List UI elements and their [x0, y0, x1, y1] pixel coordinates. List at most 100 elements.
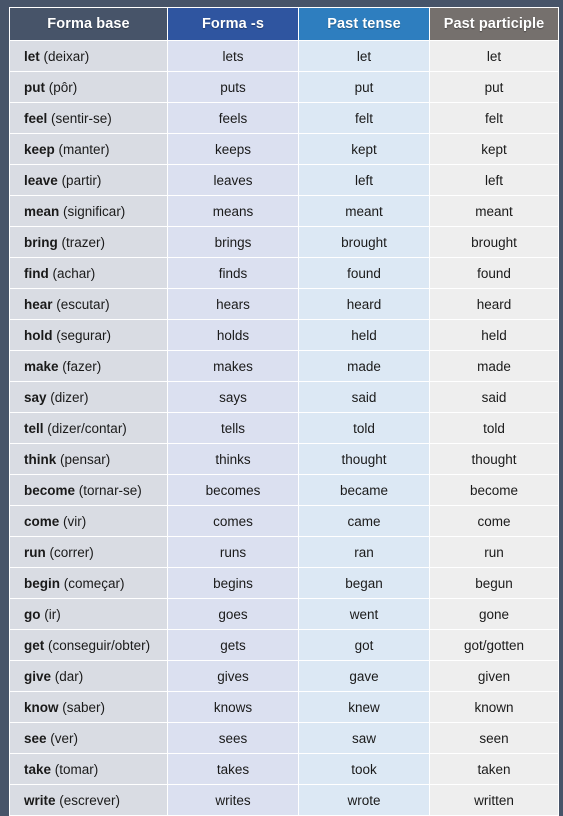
cell-forma-s: comes: [168, 506, 298, 536]
cell-forma-s: puts: [168, 72, 298, 102]
cell-forma-s: keeps: [168, 134, 298, 164]
table-header: Forma base Forma -s Past tense Past part…: [10, 8, 558, 40]
cell-past-tense: held: [299, 320, 429, 350]
base-verb-gloss: (começar): [63, 575, 125, 591]
table-row: find (achar) finds found found: [10, 258, 558, 288]
cell-forma-base: begin (começar): [10, 568, 167, 598]
cell-past-participle: thought: [430, 444, 558, 474]
cell-past-tense: ran: [299, 537, 429, 567]
cell-past-tense: left: [299, 165, 429, 195]
base-verb-gloss: (trazer): [61, 234, 106, 250]
column-header-forma-base: Forma base: [10, 8, 167, 40]
cell-past-participle: begun: [430, 568, 558, 598]
cell-forma-base: get (conseguir/obter): [10, 630, 167, 660]
cell-forma-base: write (escrever): [10, 785, 167, 815]
cell-forma-s: means: [168, 196, 298, 226]
base-verb-gloss: (segurar): [56, 327, 112, 343]
cell-past-participle: told: [430, 413, 558, 443]
base-verb-text: take: [24, 761, 52, 777]
base-verb-text: let: [24, 48, 40, 64]
cell-forma-base: let (deixar): [10, 41, 167, 71]
cell-past-tense: said: [299, 382, 429, 412]
cell-forma-base: go (ir): [10, 599, 167, 629]
base-verb-gloss: (pôr): [48, 79, 78, 95]
base-verb-text: find: [24, 265, 49, 281]
cell-forma-base: find (achar): [10, 258, 167, 288]
cell-past-tense: told: [299, 413, 429, 443]
cell-forma-s: gives: [168, 661, 298, 691]
base-verb-gloss: (tornar-se): [78, 482, 142, 498]
cell-past-tense: kept: [299, 134, 429, 164]
cell-past-tense: put: [299, 72, 429, 102]
table-body: let (deixar) lets let let put (pôr) puts put pu…: [10, 41, 558, 815]
base-verb-text: see: [24, 730, 47, 746]
cell-past-participle: given: [430, 661, 558, 691]
base-verb-gloss: (fazer): [62, 358, 102, 374]
cell-forma-s: brings: [168, 227, 298, 257]
base-verb-text: begin: [24, 575, 60, 591]
base-verb-text: put: [24, 79, 45, 95]
table-row: make (fazer) makes made made: [10, 351, 558, 381]
cell-past-participle: heard: [430, 289, 558, 319]
cell-forma-s: says: [168, 382, 298, 412]
cell-past-participle: taken: [430, 754, 558, 784]
base-verb-gloss: (conseguir/obter): [48, 637, 151, 653]
cell-past-participle: let: [430, 41, 558, 71]
cell-forma-base: take (tomar): [10, 754, 167, 784]
cell-forma-base: leave (partir): [10, 165, 167, 195]
cell-forma-base: mean (significar): [10, 196, 167, 226]
cell-forma-base: come (vir): [10, 506, 167, 536]
table-row: leave (partir) leaves left left: [10, 165, 558, 195]
table-row: let (deixar) lets let let: [10, 41, 558, 71]
cell-forma-s: begins: [168, 568, 298, 598]
base-verb-gloss: (tomar): [54, 761, 99, 777]
cell-forma-base: tell (dizer/contar): [10, 413, 167, 443]
table-row: mean (significar) means meant meant: [10, 196, 558, 226]
cell-past-tense: got: [299, 630, 429, 660]
table-row: go (ir) goes went gone: [10, 599, 558, 629]
verb-table-frame: Forma base Forma -s Past tense Past part…: [0, 0, 563, 816]
base-verb-text: think: [24, 451, 57, 467]
cell-forma-s: thinks: [168, 444, 298, 474]
table-row: hold (segurar) holds held held: [10, 320, 558, 350]
base-verb-text: keep: [24, 141, 55, 157]
column-header-past-tense: Past tense: [299, 8, 429, 40]
cell-forma-s: gets: [168, 630, 298, 660]
base-verb-text: give: [24, 668, 52, 684]
base-verb-gloss: (manter): [58, 141, 110, 157]
cell-past-participle: brought: [430, 227, 558, 257]
cell-forma-s: knows: [168, 692, 298, 722]
table-row: put (pôr) puts put put: [10, 72, 558, 102]
table-row: see (ver) sees saw seen: [10, 723, 558, 753]
cell-forma-base: bring (trazer): [10, 227, 167, 257]
cell-past-tense: gave: [299, 661, 429, 691]
table-row: bring (trazer) brings brought brought: [10, 227, 558, 257]
table-row: begin (começar) begins began begun: [10, 568, 558, 598]
cell-past-participle: felt: [430, 103, 558, 133]
table-row: tell (dizer/contar) tells told told: [10, 413, 558, 443]
base-verb-text: hear: [24, 296, 53, 312]
base-verb-gloss: (dar): [54, 668, 84, 684]
base-verb-text: write: [24, 792, 56, 808]
cell-forma-base: run (correr): [10, 537, 167, 567]
table-row: say (dizer) says said said: [10, 382, 558, 412]
table-row: run (correr) runs ran run: [10, 537, 558, 567]
cell-forma-base: put (pôr): [10, 72, 167, 102]
table-row: take (tomar) takes took taken: [10, 754, 558, 784]
base-verb-gloss: (vir): [63, 513, 87, 529]
cell-past-tense: became: [299, 475, 429, 505]
cell-forma-s: writes: [168, 785, 298, 815]
cell-forma-base: feel (sentir-se): [10, 103, 167, 133]
base-verb-text: get: [24, 637, 45, 653]
cell-past-participle: found: [430, 258, 558, 288]
cell-past-tense: came: [299, 506, 429, 536]
base-verb-text: become: [24, 482, 76, 498]
cell-forma-s: goes: [168, 599, 298, 629]
irregular-verbs-table: Forma base Forma -s Past tense Past part…: [9, 7, 559, 816]
cell-forma-base: make (fazer): [10, 351, 167, 381]
cell-past-tense: let: [299, 41, 429, 71]
cell-forma-s: finds: [168, 258, 298, 288]
cell-past-participle: known: [430, 692, 558, 722]
cell-forma-s: feels: [168, 103, 298, 133]
cell-past-participle: left: [430, 165, 558, 195]
